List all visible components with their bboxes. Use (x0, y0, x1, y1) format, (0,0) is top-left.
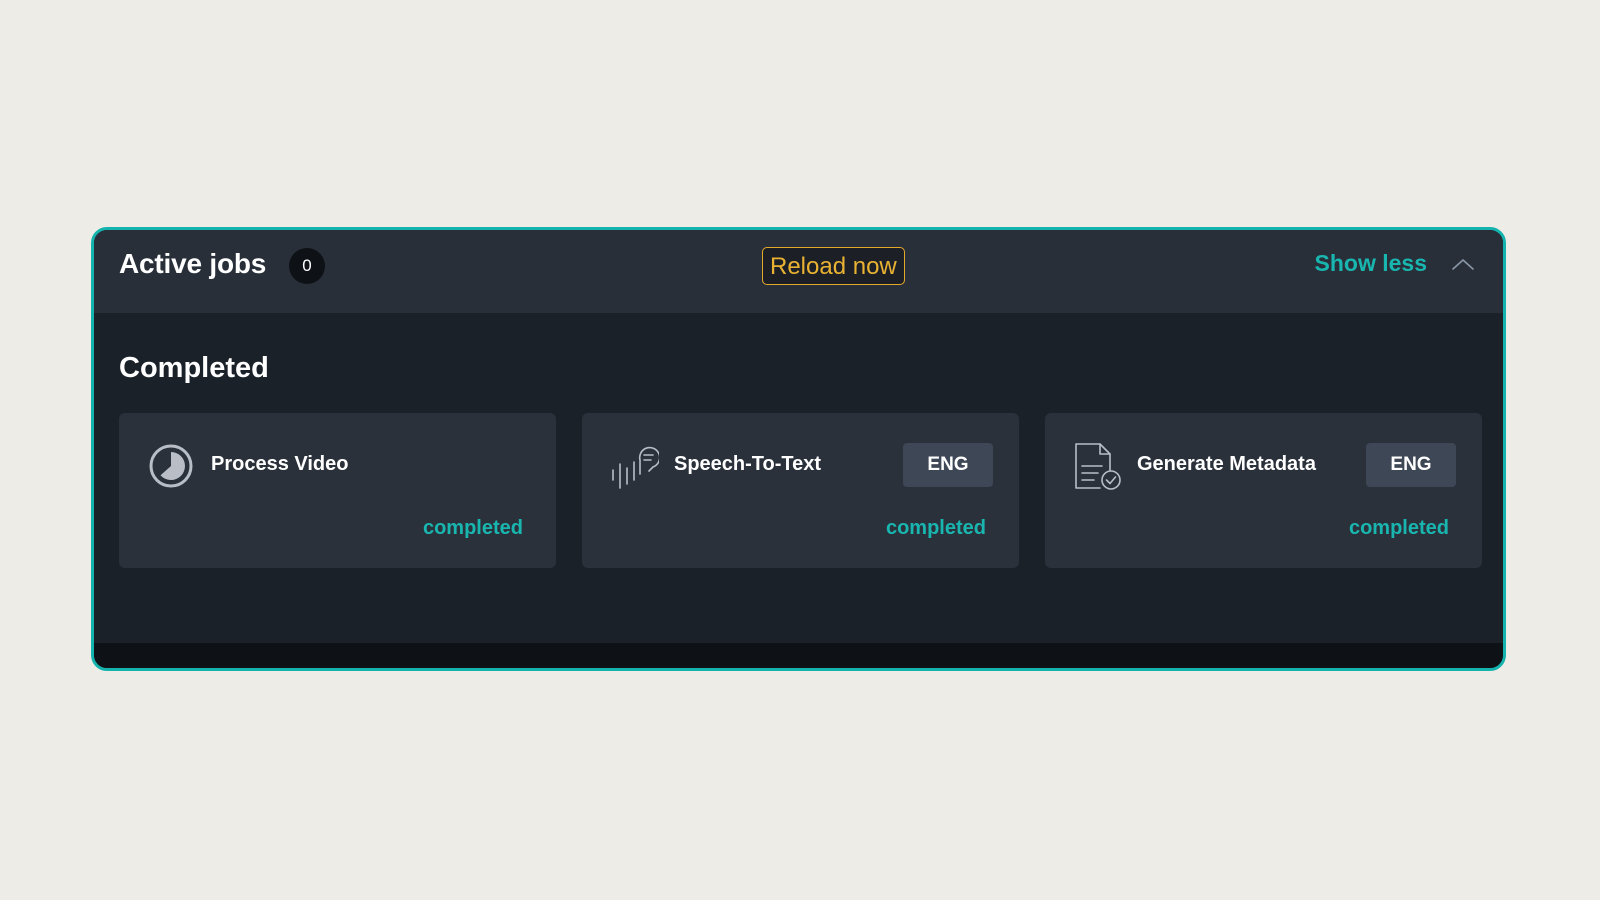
panel-header: Active jobs 0 Reload now Show less (94, 230, 1503, 313)
reload-now-button[interactable]: Reload now (762, 247, 905, 285)
document-check-icon (1075, 443, 1121, 490)
job-status: completed (885, 517, 986, 539)
job-card-speech-to-text[interactable]: Speech-To-Text ENG completed (582, 413, 1019, 568)
language-badge: ENG (1366, 443, 1456, 487)
show-less-label: Show less (1314, 250, 1427, 276)
job-title: Speech-To-Text (674, 453, 822, 475)
active-jobs-count-badge: 0 (289, 248, 325, 284)
panel-footer (94, 643, 1503, 668)
job-status: completed (1348, 517, 1449, 539)
speech-icon (612, 446, 659, 489)
job-card-generate-metadata[interactable]: Generate Metadata ENG completed (1045, 413, 1482, 568)
progress-pie-icon (149, 444, 193, 488)
app-canvas: Active jobs 0 Reload now Show less Compl… (0, 0, 1600, 900)
chevron-up-icon (1452, 258, 1474, 270)
job-status: completed (422, 517, 523, 539)
language-badge: ENG (903, 443, 993, 487)
job-card-process-video[interactable]: Process Video completed (119, 413, 556, 568)
completed-jobs-list: Process Video completed Speech-To-Text E… (119, 413, 1482, 568)
completed-section-title: Completed (119, 352, 269, 384)
active-jobs-panel: Active jobs 0 Reload now Show less Compl… (91, 227, 1506, 671)
job-title: Process Video (211, 453, 349, 475)
job-title: Generate Metadata (1137, 453, 1316, 475)
show-less-toggle[interactable]: Show less (1315, 250, 1475, 277)
active-jobs-title: Active jobs (119, 248, 267, 279)
